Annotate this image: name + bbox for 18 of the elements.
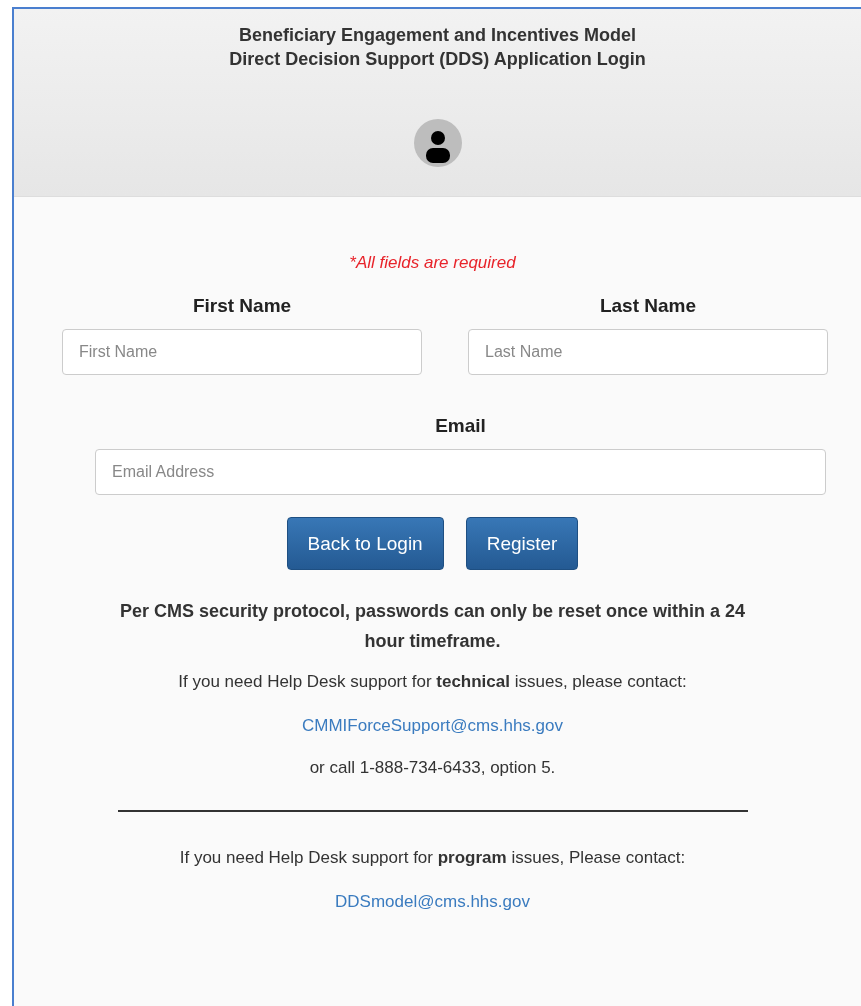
email-link[interactable]: DDSmodel@cms.hhs.gov <box>335 892 530 912</box>
field-label: First Name <box>192 295 292 317</box>
field-label: Last Name <box>599 295 697 317</box>
input-field[interactable]: Last Name <box>468 329 828 375</box>
page-title: Direct Decision Support (DDS) Application Login <box>228 48 647 71</box>
email-link[interactable]: CMMIForceSupport@cms.hhs.gov <box>302 716 563 736</box>
action-button[interactable]: Back to Login <box>286 517 444 570</box>
help-text: If you need Help Desk support for program issues, Please contact: <box>179 848 686 868</box>
user-avatar-icon <box>413 119 462 167</box>
required-note: *All fields are required <box>348 253 517 273</box>
email-field[interactable]: Email Address <box>95 449 826 495</box>
field-label: Email <box>435 415 486 437</box>
input-field[interactable]: First Name <box>62 329 422 375</box>
page-title: Beneficiary Engagement and Incentives Model <box>237 24 638 47</box>
notice-text: Per CMS security protocol, passwords can only be reset once within a 24 hour timeframe. <box>118 600 747 653</box>
action-button[interactable]: Register <box>465 517 579 570</box>
phone-text: or call 1-888-734-6433, option 5. <box>309 758 556 778</box>
help-text: If you need Help Desk support for technical issues, please contact: <box>178 672 687 692</box>
